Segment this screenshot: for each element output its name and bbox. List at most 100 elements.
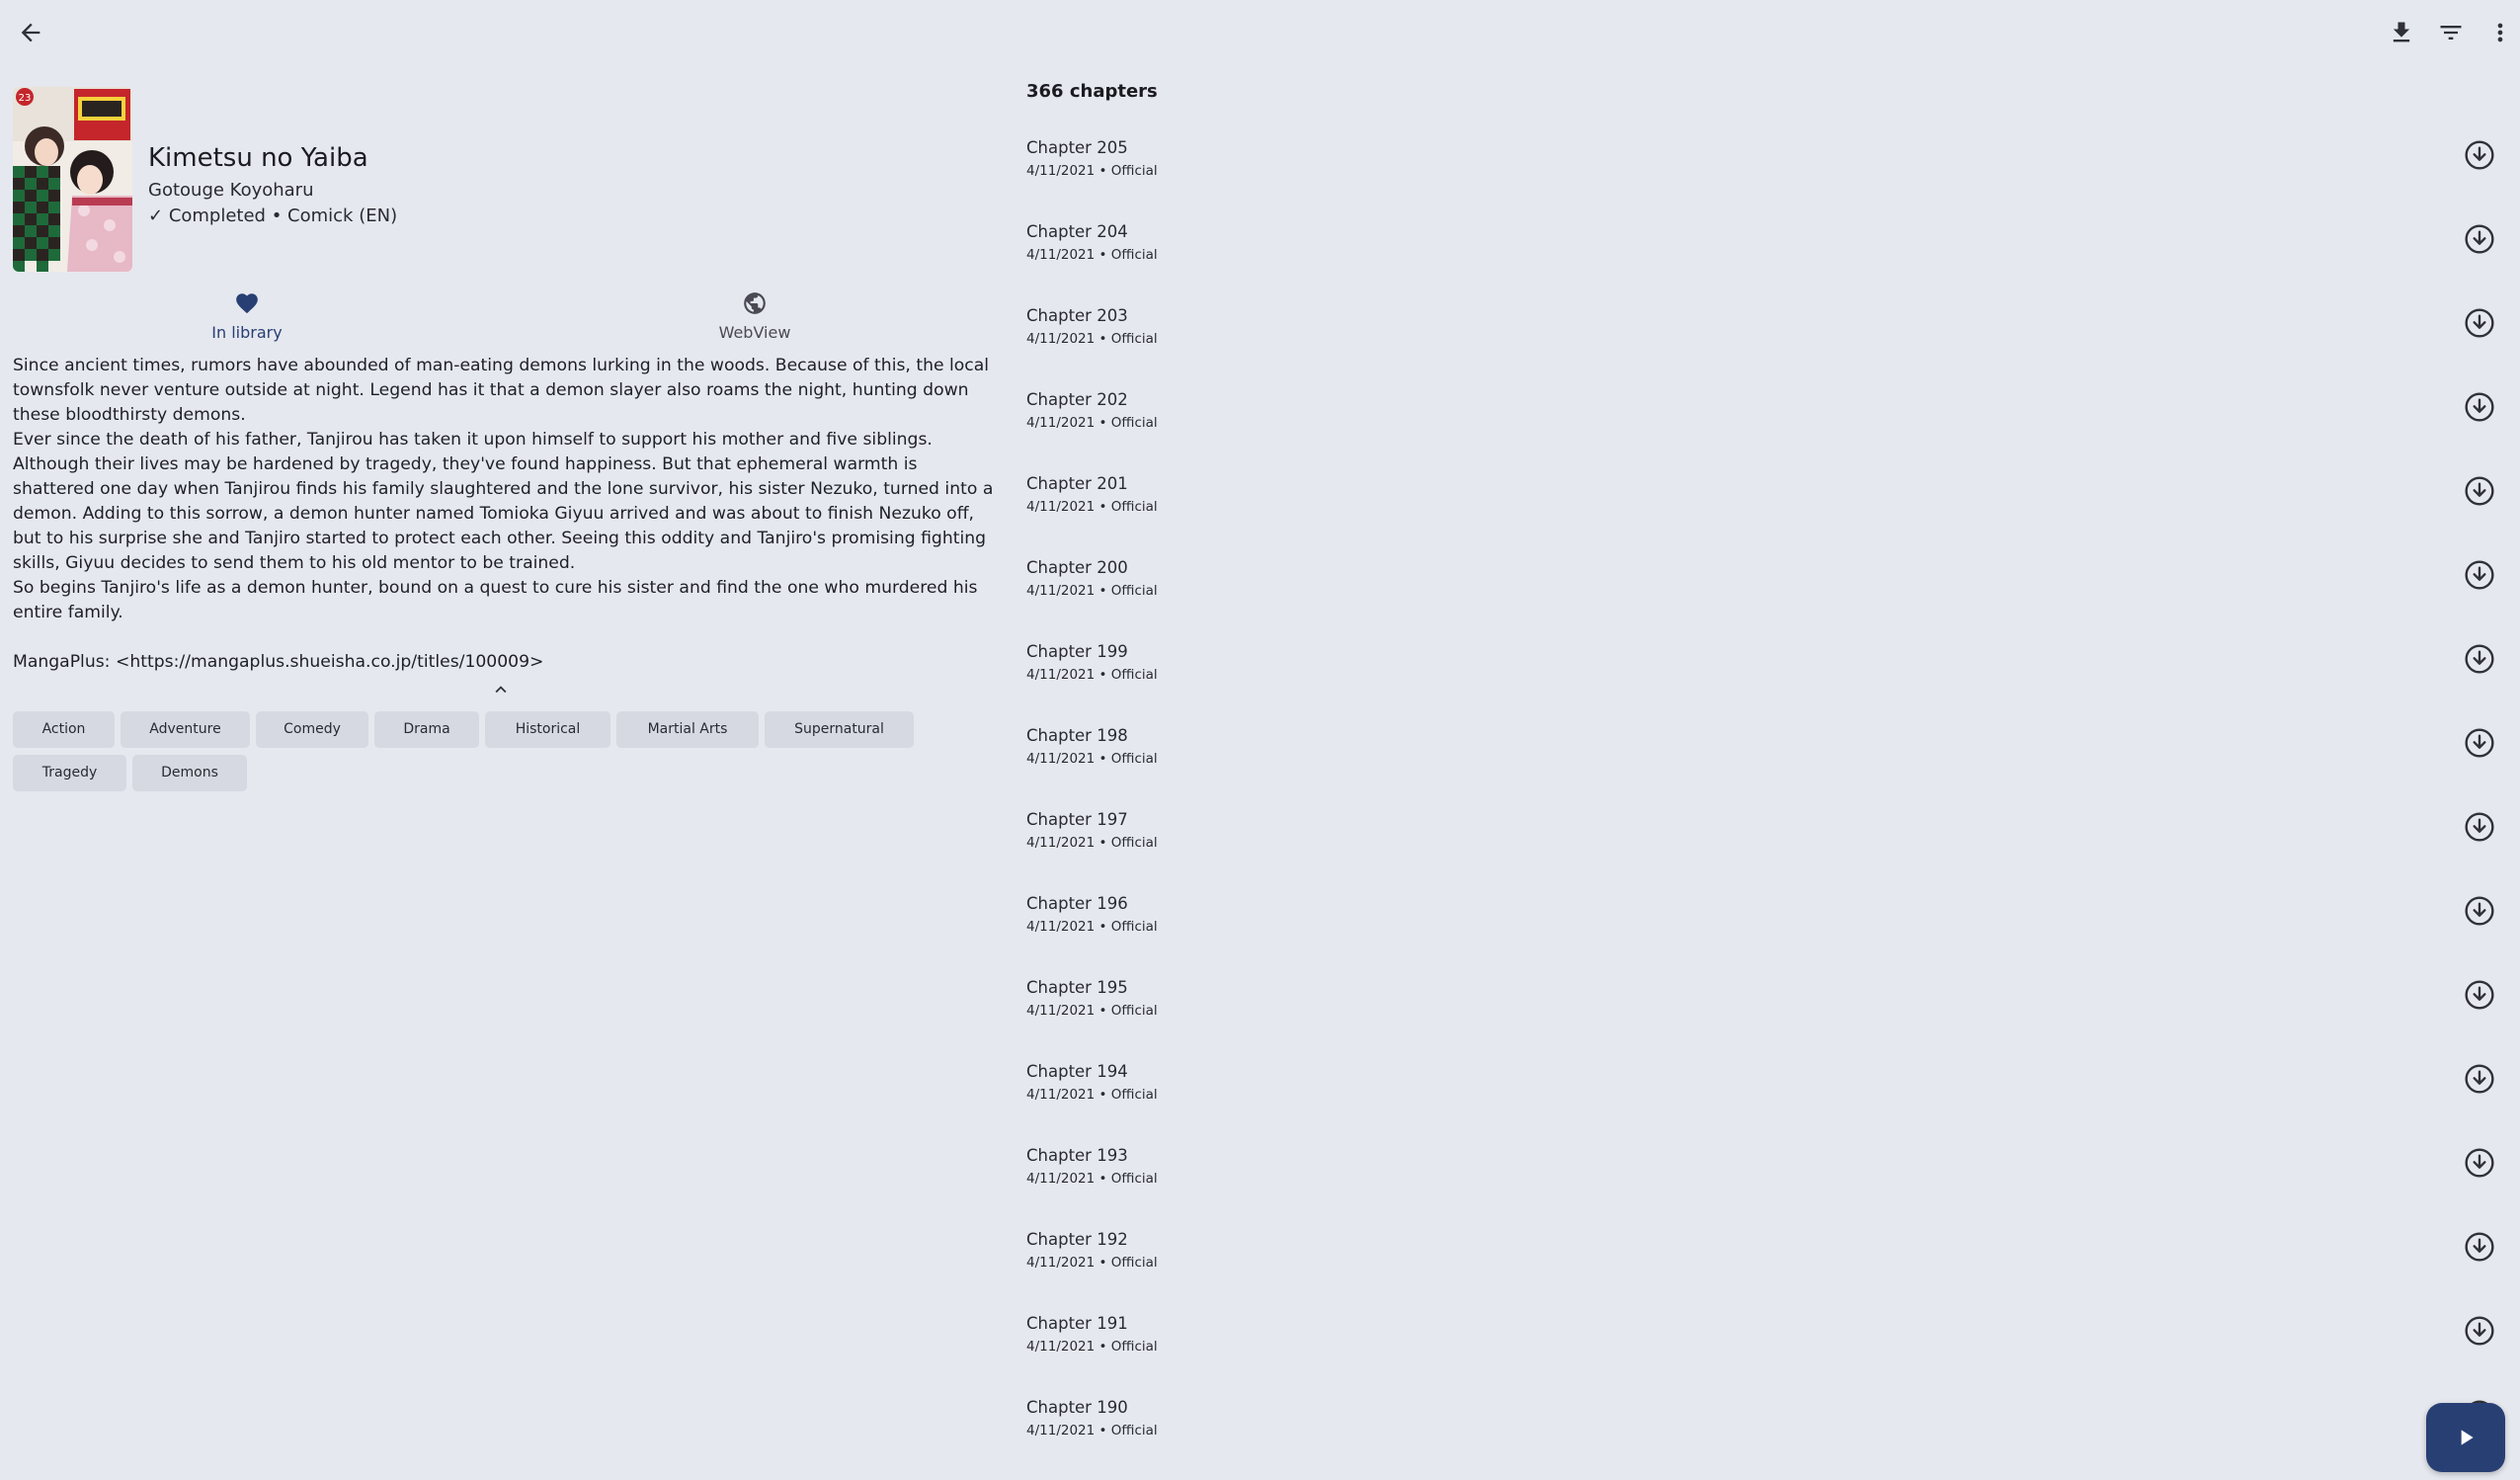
chapter-title: Chapter 202 [1026, 390, 1128, 409]
chapter-row[interactable]: Chapter 195 4/11/2021 • Official [1004, 972, 2520, 1056]
chapter-title: Chapter 190 [1026, 1398, 1128, 1417]
heart-icon [236, 293, 258, 314]
chapter-row[interactable]: Chapter 196 4/11/2021 • Official [1004, 888, 2520, 972]
webview-button[interactable]: WebView [656, 290, 854, 344]
download-chapter-icon[interactable] [2457, 300, 2502, 346]
genre-tag[interactable]: Demons [132, 755, 247, 791]
chapter-row[interactable]: Chapter 191 4/11/2021 • Official [1004, 1308, 2520, 1392]
chapter-title: Chapter 200 [1026, 558, 1128, 577]
play-icon [2461, 1430, 2474, 1445]
in-library-button[interactable]: In library [148, 290, 346, 344]
chapter-meta: 4/11/2021 • Official [1026, 415, 1158, 431]
description-paragraph: Since ancient times, rumors have abounde… [13, 356, 990, 425]
download-icon[interactable] [2378, 9, 2425, 56]
chapter-meta: 4/11/2021 • Official [1026, 1171, 1158, 1187]
genre-tag[interactable]: Action [13, 711, 115, 748]
chapter-meta: 4/11/2021 • Official [1026, 331, 1158, 347]
download-chapter-icon[interactable] [2457, 468, 2502, 514]
top-app-bar [0, 0, 2520, 65]
download-chapter-icon[interactable] [2457, 1308, 2502, 1354]
chapter-row[interactable]: Chapter 202 4/11/2021 • Official [1004, 384, 2520, 468]
chapter-meta: 4/11/2021 • Official [1026, 163, 1158, 179]
chapter-title: Chapter 195 [1026, 978, 1128, 997]
download-chapter-icon[interactable] [2457, 888, 2502, 934]
chapter-row[interactable]: Chapter 203 4/11/2021 • Official [1004, 300, 2520, 384]
description-paragraph: So begins Tanjiro's life as a demon hunt… [13, 578, 978, 622]
chapter-title: Chapter 197 [1026, 810, 1128, 829]
manga-info-panel: 23 Kimetsu no Yaiba Gotouge Koyoharu ✓ C… [0, 65, 1004, 1480]
chapter-count: 366 chapters [1026, 81, 1158, 102]
download-chapter-icon[interactable] [2457, 552, 2502, 598]
genre-tag[interactable]: Martial Arts [616, 711, 759, 748]
download-chapter-icon[interactable] [2457, 132, 2502, 178]
chapter-row[interactable]: Chapter 199 4/11/2021 • Official [1004, 636, 2520, 720]
cover-volume-number: 23 [19, 93, 32, 104]
chapter-row[interactable]: Chapter 201 4/11/2021 • Official [1004, 468, 2520, 552]
check-icon: ✓ [148, 206, 169, 226]
chapter-title: Chapter 193 [1026, 1146, 1128, 1165]
description-paragraph: Ever since the death of his father, Tanj… [13, 430, 994, 573]
chapter-meta: 4/11/2021 • Official [1026, 667, 1158, 683]
chapter-title: Chapter 198 [1026, 726, 1128, 745]
manga-header-info: Kimetsu no Yaiba Gotouge Koyoharu ✓ Comp… [148, 140, 968, 229]
genre-tag[interactable]: Historical [485, 711, 610, 748]
more-vert-icon[interactable] [2477, 9, 2520, 56]
chapter-title: Chapter 204 [1026, 222, 1128, 241]
in-library-label: In library [211, 323, 283, 342]
manga-title: Kimetsu no Yaiba [148, 143, 368, 173]
chapter-meta: 4/11/2021 • Official [1026, 499, 1158, 515]
download-chapter-icon[interactable] [2457, 804, 2502, 850]
download-chapter-icon[interactable] [2457, 1224, 2502, 1270]
manga-cover-image[interactable]: 23 [13, 87, 132, 272]
chapter-title: Chapter 192 [1026, 1230, 1128, 1249]
download-chapter-icon[interactable] [2457, 216, 2502, 262]
genre-tag[interactable]: Tragedy [13, 755, 126, 791]
webview-label: WebView [718, 323, 791, 342]
genre-tag[interactable]: Supernatural [765, 711, 914, 748]
genre-tag[interactable]: Drama [374, 711, 479, 748]
filter-icon[interactable] [2427, 9, 2475, 56]
chapter-row[interactable]: Chapter 194 4/11/2021 • Official [1004, 1056, 2520, 1140]
resume-reading-button[interactable] [2426, 1403, 2505, 1472]
download-chapter-icon[interactable] [2457, 636, 2502, 682]
manga-status-row: ✓ Completed • Comick (EN) [148, 204, 968, 229]
manga-description: Since ancient times, rumors have abounde… [13, 354, 996, 675]
chapter-row[interactable]: Chapter 190 4/11/2021 • Official [1004, 1392, 2520, 1476]
download-chapter-icon[interactable] [2457, 384, 2502, 430]
chapter-meta: 4/11/2021 • Official [1026, 751, 1158, 767]
chapter-title: Chapter 194 [1026, 1062, 1128, 1081]
chapter-meta: 4/11/2021 • Official [1026, 919, 1158, 935]
chapter-meta: 4/11/2021 • Official [1026, 247, 1158, 263]
chapter-meta: 4/11/2021 • Official [1026, 583, 1158, 599]
chapter-row[interactable]: Chapter 192 4/11/2021 • Official [1004, 1224, 2520, 1308]
chapter-title: Chapter 191 [1026, 1314, 1128, 1333]
chapter-row[interactable]: Chapter 198 4/11/2021 • Official [1004, 720, 2520, 804]
description-link[interactable]: MangaPlus: <https://mangaplus.shueisha.c… [13, 650, 996, 675]
genre-tag[interactable]: Comedy [256, 711, 368, 748]
chevron-up-icon [495, 686, 507, 694]
download-chapter-icon[interactable] [2457, 972, 2502, 1018]
chapter-row[interactable]: Chapter 204 4/11/2021 • Official [1004, 216, 2520, 300]
chapter-meta: 4/11/2021 • Official [1026, 1255, 1158, 1271]
action-buttons: In library WebView [0, 290, 1004, 360]
manga-author: Gotouge Koyoharu [148, 180, 314, 201]
download-chapter-icon[interactable] [2457, 1056, 2502, 1102]
chapter-row[interactable]: Chapter 193 4/11/2021 • Official [1004, 1140, 2520, 1224]
collapse-description-button[interactable] [486, 678, 516, 701]
chapter-row[interactable]: Chapter 205 4/11/2021 • Official [1004, 132, 2520, 216]
chapter-title: Chapter 203 [1026, 306, 1128, 325]
chapter-title: Chapter 199 [1026, 642, 1128, 661]
chapter-meta: 4/11/2021 • Official [1026, 835, 1158, 851]
chapter-title: Chapter 205 [1026, 138, 1128, 157]
download-chapter-icon[interactable] [2457, 720, 2502, 766]
chapter-meta: 4/11/2021 • Official [1026, 1339, 1158, 1355]
download-chapter-icon[interactable] [2457, 1140, 2502, 1186]
chapter-title: Chapter 201 [1026, 474, 1128, 493]
chapter-meta: 4/11/2021 • Official [1026, 1003, 1158, 1019]
genre-tag[interactable]: Adventure [121, 711, 250, 748]
chapter-meta: 4/11/2021 • Official [1026, 1087, 1158, 1103]
back-icon[interactable] [7, 9, 54, 56]
chapter-title: Chapter 196 [1026, 894, 1128, 913]
chapter-row[interactable]: Chapter 197 4/11/2021 • Official [1004, 804, 2520, 888]
chapter-row[interactable]: Chapter 200 4/11/2021 • Official [1004, 552, 2520, 636]
